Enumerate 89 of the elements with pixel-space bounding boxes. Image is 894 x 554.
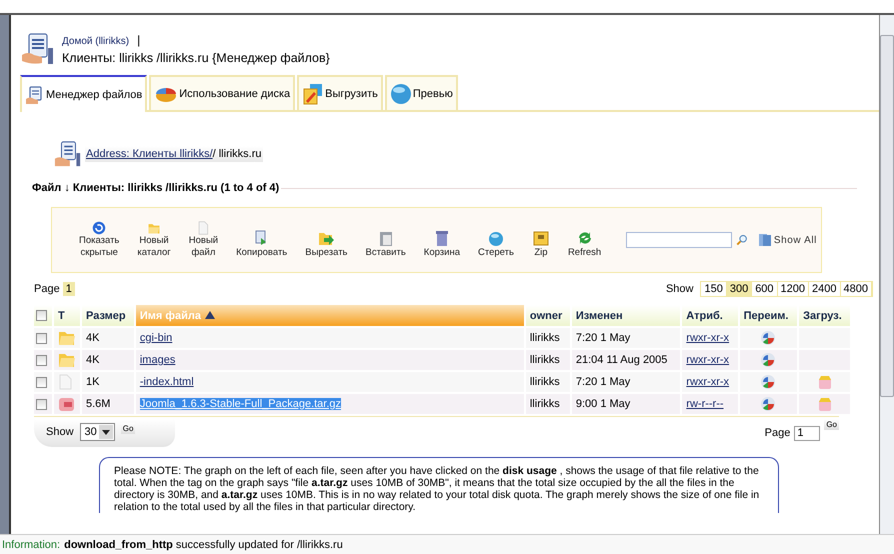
page-label: Page (34, 283, 60, 295)
file-manager-icon (53, 140, 83, 168)
current-path: / llirikks.ru (212, 148, 262, 160)
size-cell: 5.6M (82, 394, 134, 414)
column-header[interactable]: Атриб. (682, 305, 738, 326)
search-field[interactable] (626, 232, 732, 248)
toolbar-button[interactable]: Новый файл (180, 221, 228, 259)
rename-icon[interactable] (760, 352, 776, 368)
column-header[interactable]: Переим. (740, 305, 798, 326)
table-row[interactable]: 4K images llirikks 21:04 11 Aug 2005 rwxr-xr-x (34, 350, 850, 370)
status-message: download_from_http successfully updated for /llirikks.ru (64, 538, 343, 550)
section-title: Файл ↓ Клиенты: llirikks /llirikks.ru (1 to 4 of 4) (32, 182, 280, 194)
folder-icon (58, 352, 76, 368)
size-cell: 4K (82, 350, 134, 370)
column-header[interactable]: owner (526, 305, 570, 326)
owner-cell: llirikks (526, 394, 570, 414)
modified-cell: 7:20 1 May (572, 328, 680, 348)
scrollbar[interactable] (879, 15, 894, 534)
file-link[interactable]: -index.html (140, 376, 194, 388)
archive-icon (58, 396, 76, 412)
address-link[interactable]: Address: Клиенты llirikks/ (86, 148, 213, 160)
page-size-option[interactable]: 4800 (840, 282, 872, 296)
rename-icon[interactable] (760, 374, 776, 390)
note-text: Please NOTE: The graph on the left of each file, seen after you have clicked on the disk usage , shows the usage of that file relative to the total. When the tag on the graph says "file a.tar.gz uses 10MB of 30MB", it means that the total size occupied by the all the files in the directory is 30MB, and a.tar.gz uses 10MB. This is in no way related to your total disk quota. The graph merely shows the size of one file in relation to the total used by all the files in that particular directory. (99, 457, 779, 513)
tab[interactable]: Использование диска (149, 75, 296, 110)
page-number[interactable]: 1 (62, 282, 75, 296)
page-size-option[interactable]: 2400 (809, 282, 841, 296)
toolbar-button[interactable]: Стереть (468, 221, 523, 259)
page-title: Клиенты: llirikks /llirikks.ru {Менеджер файлов} (62, 51, 330, 65)
tab[interactable]: Менеджер файлов (20, 75, 148, 112)
tab[interactable]: Превью (384, 75, 458, 110)
toolbar-button[interactable]: Вставить (356, 221, 415, 259)
toolbar-button[interactable]: Корзина (414, 221, 469, 259)
owner-cell: llirikks (526, 372, 570, 392)
modified-cell: 9:00 1 May (572, 394, 680, 414)
page-size-select[interactable]: 30 (80, 423, 115, 441)
file-icon (58, 374, 72, 390)
rename-icon[interactable] (760, 330, 776, 346)
scroll-thumb[interactable] (880, 35, 894, 397)
show-label: Show (666, 283, 694, 295)
table-row[interactable]: 5.6M Joomla_1.6.3-Stable-Full_Package.tar.gz llirikks 9:00 1 May rw-r--r-- (34, 394, 850, 414)
page-size-option[interactable]: 1200 (778, 282, 810, 296)
file-manager-icon (20, 31, 56, 67)
size-cell: 4K (82, 328, 134, 348)
toolbar-button[interactable]: Вырезать (296, 221, 357, 259)
separator: | (137, 33, 140, 47)
table-row[interactable]: 4K cgi-bin llirikks 7:20 1 May rwxr-xr-x (34, 328, 850, 348)
zip-icon (532, 229, 550, 247)
rename-icon[interactable] (760, 396, 776, 412)
go-button[interactable]: Go (824, 419, 839, 430)
home-link[interactable]: Домой (llirikks) (62, 36, 130, 47)
modified-cell: 21:04 11 Aug 2005 (572, 350, 680, 370)
toolbar-button[interactable]: Zip (522, 221, 559, 259)
upload-icon (302, 82, 324, 104)
status-label: Information: (2, 538, 60, 550)
tab[interactable]: Выгрузить (297, 75, 383, 110)
column-header[interactable]: Размер (82, 305, 134, 326)
owner-cell: llirikks (526, 328, 570, 348)
globe-icon (390, 82, 412, 104)
file-link[interactable]: Joomla_1.6.3-Stable-Full_Package.tar.gz (140, 398, 342, 410)
owner-cell: llirikks (526, 350, 570, 370)
sphere-icon (486, 229, 505, 247)
file-link[interactable]: images (140, 354, 176, 366)
documents-icon (758, 233, 772, 247)
toolbar-button[interactable]: Показать скрытые (70, 221, 128, 259)
table-row[interactable]: 1K -index.html llirikks 7:20 1 May rwxr-xr-x (34, 372, 850, 392)
file-link[interactable]: cgi-bin (140, 332, 172, 344)
modified-cell: 7:20 1 May (572, 372, 680, 392)
row-checkbox[interactable] (36, 376, 47, 388)
toolbar-button[interactable]: Копировать (227, 221, 296, 259)
page-label: Page (764, 427, 790, 439)
page-field[interactable]: 1 (794, 426, 820, 440)
toolbar-button[interactable]: Новый каталог (128, 221, 180, 259)
page-size-option[interactable]: 600 (752, 282, 778, 296)
column-header[interactable]: Загруз. (799, 305, 850, 326)
select-all-checkbox[interactable] (36, 310, 47, 322)
column-header[interactable]: Изменен (572, 305, 680, 326)
page-size-option[interactable]: 300 (726, 282, 752, 296)
go-button[interactable]: Go (120, 423, 136, 434)
toolbar-button[interactable]: Refresh (558, 221, 610, 259)
sort-ascending-icon (205, 310, 215, 318)
show-all-button[interactable]: Show All (758, 233, 817, 247)
column-header[interactable]: T (54, 305, 80, 326)
size-cell: 1K (82, 372, 134, 392)
row-checkbox[interactable] (36, 332, 47, 344)
folder-icon (58, 330, 76, 346)
row-checkbox[interactable] (36, 398, 47, 410)
show-label: Show (46, 426, 74, 438)
row-checkbox[interactable] (36, 354, 47, 366)
